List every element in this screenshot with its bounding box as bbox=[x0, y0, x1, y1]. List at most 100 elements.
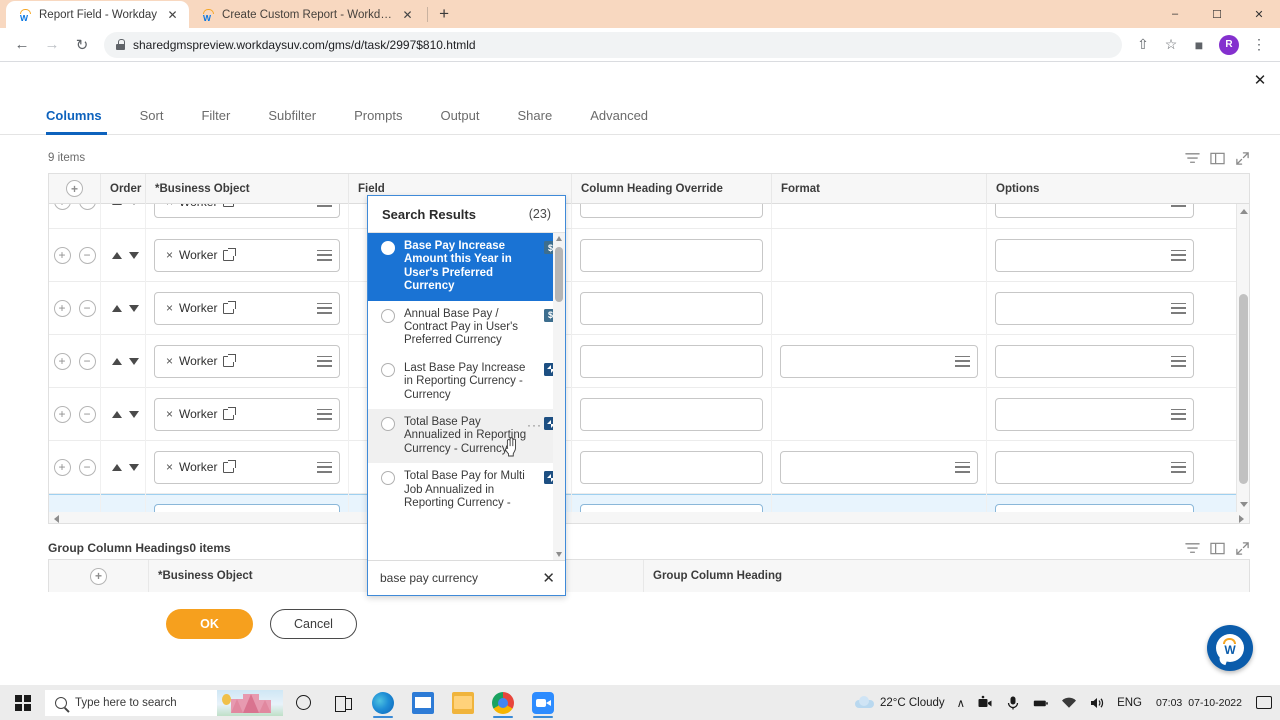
chrome-icon[interactable] bbox=[483, 685, 523, 720]
cortana-icon[interactable] bbox=[283, 685, 323, 720]
remove-chip-icon[interactable]: × bbox=[166, 301, 173, 315]
table-row[interactable]: + − × Worker bbox=[49, 281, 1249, 335]
external-link-icon[interactable] bbox=[223, 353, 237, 367]
move-down-icon[interactable] bbox=[129, 463, 139, 471]
list-menu-icon[interactable] bbox=[317, 249, 332, 261]
add-row-icon[interactable]: + bbox=[53, 405, 71, 423]
browser-tab-1[interactable]: W Create Custom Report - Workday ✕ bbox=[189, 1, 424, 28]
add-row-icon[interactable]: + bbox=[53, 299, 71, 317]
external-link-icon[interactable] bbox=[223, 459, 237, 473]
avatar[interactable]: R bbox=[1219, 34, 1239, 55]
overflow-menu-icon[interactable]: ··· bbox=[527, 418, 542, 432]
remove-chip-icon[interactable]: × bbox=[166, 407, 173, 421]
battery-icon[interactable] bbox=[1027, 685, 1055, 720]
move-down-icon[interactable] bbox=[129, 357, 139, 365]
filter-icon[interactable] bbox=[1185, 541, 1200, 556]
scroll-right-icon[interactable] bbox=[1239, 515, 1244, 523]
external-link-icon[interactable] bbox=[223, 406, 237, 420]
business-object-input[interactable]: × Worker bbox=[154, 344, 340, 378]
back-icon[interactable]: ← bbox=[8, 31, 36, 59]
search-result-item[interactable]: Total Base Pay for Multi Job Annualized … bbox=[368, 463, 565, 517]
remove-row-icon[interactable]: − bbox=[78, 204, 96, 210]
remove-row-icon[interactable]: − bbox=[78, 246, 96, 264]
group-add-row-button[interactable]: + bbox=[49, 560, 149, 592]
camera-icon[interactable] bbox=[971, 685, 999, 720]
list-menu-icon[interactable] bbox=[1171, 302, 1186, 314]
page-close-icon[interactable]: ✕ bbox=[1250, 70, 1270, 90]
add-row-icon[interactable]: + bbox=[53, 204, 71, 210]
tab-share[interactable]: Share bbox=[499, 102, 572, 134]
search-results-list[interactable]: Base Pay Increase Amount this Year in Us… bbox=[368, 233, 565, 560]
show-hidden-icons-button[interactable]: ∧ bbox=[951, 685, 971, 720]
list-menu-icon[interactable] bbox=[317, 204, 332, 207]
external-link-icon[interactable] bbox=[223, 204, 235, 207]
list-menu-icon[interactable] bbox=[955, 461, 970, 473]
grid-view-icon[interactable] bbox=[1210, 541, 1225, 556]
options-input[interactable] bbox=[995, 344, 1194, 378]
microphone-icon[interactable] bbox=[999, 685, 1027, 720]
new-tab-button[interactable]: + bbox=[431, 1, 457, 27]
radio-icon[interactable] bbox=[381, 417, 395, 432]
override-input[interactable] bbox=[580, 204, 763, 218]
radio-icon[interactable] bbox=[381, 241, 395, 255]
format-input[interactable] bbox=[780, 344, 978, 378]
search-input-row[interactable]: base pay currency ✕ bbox=[368, 560, 565, 595]
list-menu-icon[interactable] bbox=[317, 355, 332, 367]
scroll-down-icon[interactable] bbox=[555, 552, 562, 557]
search-input[interactable]: base pay currency bbox=[380, 571, 536, 585]
edge-icon[interactable] bbox=[363, 685, 403, 720]
filter-icon[interactable] bbox=[1185, 151, 1200, 166]
business-object-input[interactable]: × Worker bbox=[154, 238, 340, 272]
list-menu-icon[interactable] bbox=[1171, 204, 1186, 207]
grid-horizontal-scrollbar[interactable] bbox=[48, 512, 1250, 524]
tab-prompts[interactable]: Prompts bbox=[335, 102, 421, 134]
search-result-item[interactable]: Annual Base Pay / Contract Pay in User's… bbox=[368, 301, 565, 355]
options-input[interactable] bbox=[995, 238, 1194, 272]
table-row[interactable]: + − × Worker bbox=[49, 440, 1249, 494]
override-input[interactable] bbox=[580, 504, 763, 512]
scroll-up-icon[interactable] bbox=[1240, 209, 1248, 214]
move-down-icon[interactable] bbox=[129, 251, 139, 259]
add-row-icon[interactable]: + bbox=[53, 458, 71, 476]
list-menu-icon[interactable] bbox=[955, 355, 970, 367]
override-input[interactable] bbox=[580, 450, 763, 484]
grid-view-icon[interactable] bbox=[1210, 151, 1225, 166]
list-menu-icon[interactable] bbox=[317, 408, 332, 420]
move-down-icon[interactable] bbox=[129, 204, 139, 205]
wifi-icon[interactable] bbox=[1055, 685, 1083, 720]
share-icon[interactable]: ⇧ bbox=[1130, 32, 1156, 58]
add-row-icon[interactable]: + bbox=[53, 352, 71, 370]
business-object-input[interactable]: × Worker bbox=[154, 397, 340, 431]
notifications-icon[interactable] bbox=[1256, 696, 1272, 709]
remove-chip-icon[interactable]: × bbox=[166, 204, 173, 209]
cancel-button[interactable]: Cancel bbox=[270, 609, 357, 639]
add-row-button[interactable]: + bbox=[49, 174, 101, 204]
clock[interactable]: 07:03 07-10-2022 bbox=[1148, 685, 1250, 720]
remove-row-icon[interactable]: − bbox=[78, 299, 96, 317]
sidepanel-icon[interactable]: ■ bbox=[1186, 32, 1212, 58]
volume-icon[interactable] bbox=[1083, 685, 1111, 720]
remove-chip-icon[interactable]: × bbox=[166, 354, 173, 368]
radio-icon[interactable] bbox=[381, 308, 395, 323]
search-result-item[interactable]: Total Base Pay Annualized in Reporting C… bbox=[368, 409, 565, 464]
list-menu-icon[interactable] bbox=[1171, 408, 1186, 420]
clear-search-icon[interactable]: ✕ bbox=[542, 569, 555, 587]
remove-chip-icon[interactable]: × bbox=[166, 460, 173, 474]
mail-icon[interactable] bbox=[403, 685, 443, 720]
scroll-thumb[interactable] bbox=[1239, 294, 1248, 484]
tab-columns[interactable]: Columns bbox=[32, 102, 121, 135]
address-bar[interactable]: sharedgmspreview.workdaysuv.com/gms/d/ta… bbox=[104, 31, 1122, 58]
list-menu-icon[interactable] bbox=[317, 302, 332, 314]
tab-subfilter[interactable]: Subfilter bbox=[249, 102, 335, 134]
tab-sort[interactable]: Sort bbox=[121, 102, 183, 134]
external-link-icon[interactable] bbox=[223, 300, 237, 314]
options-input[interactable] bbox=[995, 450, 1194, 484]
format-input[interactable] bbox=[780, 450, 978, 484]
tab-filter[interactable]: Filter bbox=[182, 102, 249, 134]
move-up-icon[interactable] bbox=[112, 410, 122, 418]
table-row[interactable]: + − × Worker bbox=[49, 228, 1249, 282]
search-result-item[interactable]: Base Pay Increase Amount this Year in Us… bbox=[368, 233, 565, 301]
move-up-icon[interactable] bbox=[112, 304, 122, 312]
file-explorer-icon[interactable] bbox=[443, 685, 483, 720]
table-row-selected[interactable]: + − × Worker bbox=[49, 494, 1249, 512]
